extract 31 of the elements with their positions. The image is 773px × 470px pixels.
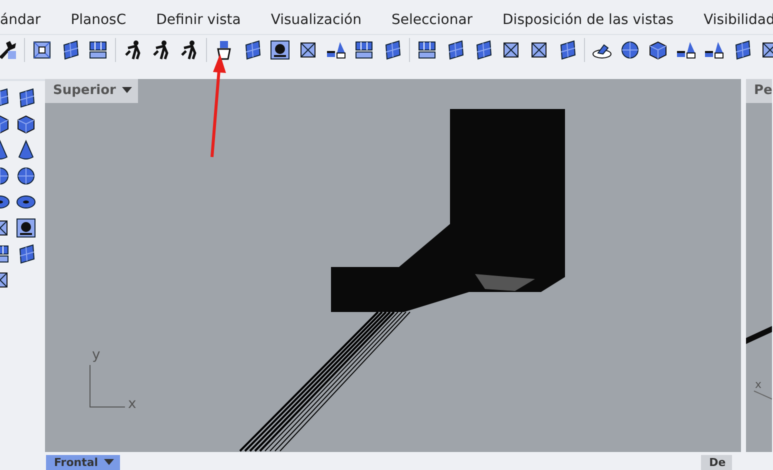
axis-icon bbox=[754, 390, 772, 400]
viewport-tab[interactable]: Pe bbox=[746, 79, 772, 102]
ribbon-tab[interactable]: PlanosC bbox=[56, 5, 140, 34]
ribbon-tab[interactable]: Seleccionar bbox=[377, 5, 487, 34]
ribbon-tab[interactable]: Visualización bbox=[256, 5, 376, 34]
viewport-tab[interactable]: De bbox=[701, 455, 732, 470]
grid-icon[interactable] bbox=[31, 39, 53, 61]
axis-icon bbox=[90, 364, 126, 408]
axis-label: x bbox=[755, 377, 762, 393]
axis-label: x bbox=[128, 395, 136, 414]
viewport-title: Pe bbox=[754, 82, 772, 100]
viewport-title: De bbox=[709, 455, 726, 470]
ribbon-tab[interactable]: ándar bbox=[0, 5, 55, 34]
grid-icon[interactable] bbox=[416, 39, 438, 61]
cube-icon[interactable] bbox=[15, 113, 37, 135]
mesh-drawing bbox=[746, 326, 772, 344]
viewport-title: Frontal bbox=[54, 455, 98, 470]
viewport-tab[interactable]: Superior bbox=[45, 79, 138, 102]
grid-icon[interactable] bbox=[353, 39, 375, 61]
viewport-title: Superior bbox=[53, 82, 116, 100]
ribbon-tab[interactable]: Definir vista bbox=[142, 5, 255, 34]
grid-icon[interactable] bbox=[87, 39, 109, 61]
cube-icon[interactable] bbox=[647, 39, 669, 61]
viewport-tab[interactable]: Frontal bbox=[46, 455, 120, 470]
sphere-icon[interactable] bbox=[619, 39, 641, 61]
caret-icon[interactable] bbox=[104, 459, 114, 466]
caret-icon[interactable] bbox=[122, 87, 132, 94]
sphere-icon[interactable] bbox=[15, 165, 37, 187]
ribbon-tab[interactable]: Disposición de las vistas bbox=[488, 5, 688, 34]
wrench-icon[interactable] bbox=[0, 39, 18, 61]
axis-label: y bbox=[92, 346, 100, 365]
